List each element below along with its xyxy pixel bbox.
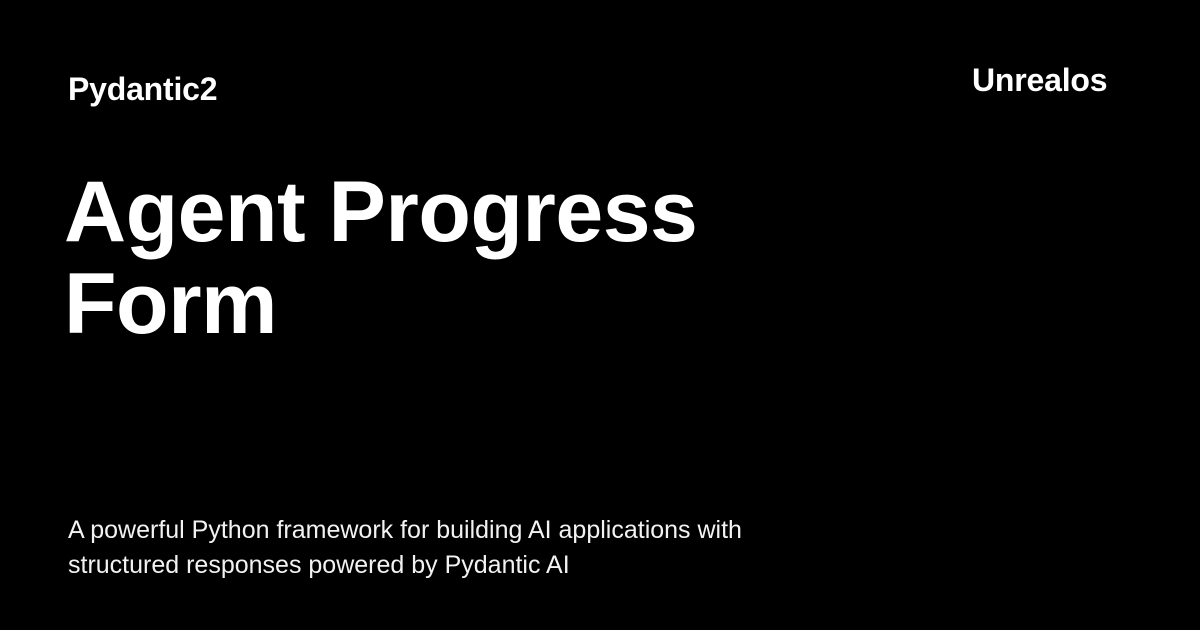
description-line-1: A powerful Python framework for building… [68,516,742,544]
social-card: Pydantic2 Unrealos Agent Progress Form A… [0,0,1200,630]
site-name: Unrealos [972,62,1108,98]
title-line-2: Form [64,256,278,352]
title-line-1: Agent Progress [64,164,698,260]
page-description: A powerful Python framework for building… [68,513,948,583]
page-title: Agent Progress Form [64,166,864,350]
description-line-2: structured responses powered by Pydantic… [68,551,570,579]
section-name: Pydantic2 [68,71,218,107]
